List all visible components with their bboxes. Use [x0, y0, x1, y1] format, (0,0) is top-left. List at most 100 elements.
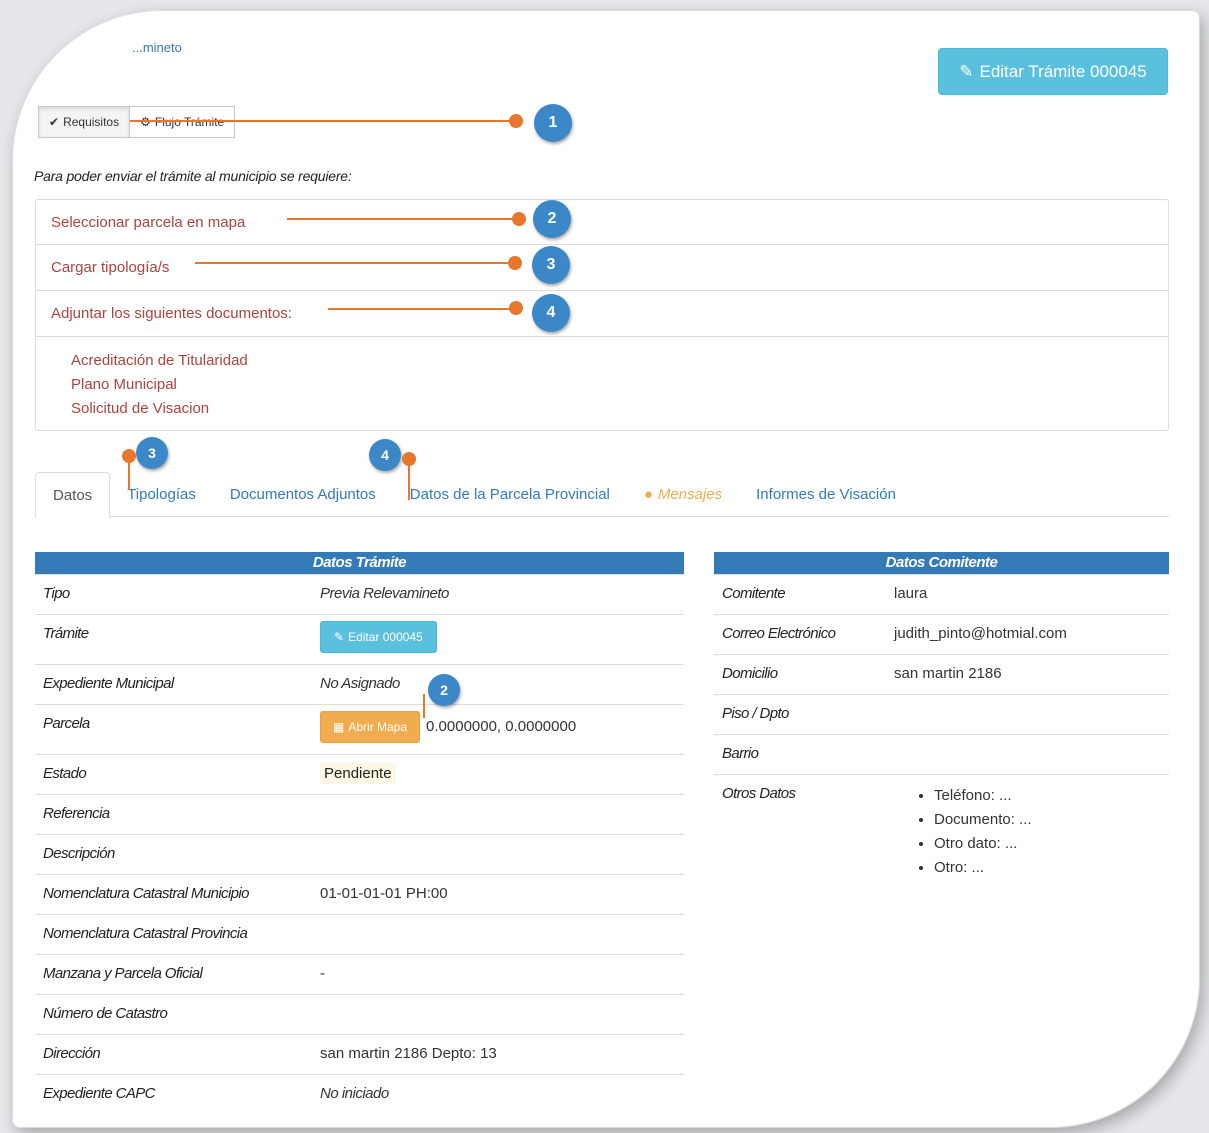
page-card: ...mineto ✎ Editar Trámite 000045 ✔ Requ…: [12, 10, 1200, 1128]
row-label: Manzana y Parcela Oficial: [35, 953, 312, 994]
table-row: Expediente CAPC No iniciado: [35, 1073, 684, 1114]
callout-dot: [509, 114, 523, 128]
tab-parcela-provincial[interactable]: Datos de la Parcela Provincial: [393, 472, 627, 517]
pencil-icon: ✎: [334, 629, 345, 644]
callout-badge-1: 1: [534, 104, 572, 142]
edit-tramite-button[interactable]: ✎ Editar Trámite 000045: [938, 48, 1168, 95]
datos-tramite-table: Datos Trámite Tipo Previa Relevamineto T…: [35, 552, 684, 1114]
abrir-mapa-button[interactable]: ▦ Abrir Mapa: [320, 710, 421, 743]
list-item: Otro: ...: [934, 856, 1161, 880]
correo-value: judith_pinto@hotmial.com: [886, 613, 1169, 654]
callout-badge-4: 4: [532, 294, 570, 332]
requirements-list: Seleccionar parcela en mapa Cargar tipol…: [35, 199, 1169, 431]
flujo-tramite-button[interactable]: ⚙ Flujo Trámite: [130, 106, 236, 138]
requirement-parcela: Seleccionar parcela en mapa: [35, 199, 1169, 245]
callout-line: [128, 456, 130, 490]
callout-badge-2-map: 2: [428, 674, 460, 706]
domicilio-value: san martin 2186: [886, 653, 1169, 694]
table-row: Piso / Dpto: [714, 693, 1169, 734]
row-label: Estado: [35, 753, 312, 794]
row-label: Parcela: [35, 703, 312, 754]
row-label: Dirección: [35, 1033, 312, 1074]
tipo-value: Previa Relevamineto: [312, 573, 684, 614]
callout-badge-4-tab: 4: [369, 439, 401, 471]
descripcion-value: [312, 833, 684, 874]
tab-datos[interactable]: Datos: [35, 472, 111, 518]
tab-mensajes[interactable]: ● Mensajes: [627, 472, 739, 517]
edit-tramite-small-button[interactable]: ✎ Editar 000045: [320, 620, 437, 653]
row-label: Correo Electrónico: [714, 613, 886, 654]
row-label: Descripción: [35, 833, 312, 874]
tab-mensajes-label: Mensajes: [657, 486, 723, 503]
callout-line: [287, 218, 516, 220]
edit-tramite-label: Editar Trámite 000045: [979, 61, 1147, 81]
callout-badge-3-tab: 3: [136, 437, 168, 469]
row-label: Expediente CAPC: [35, 1073, 312, 1114]
tab-bar: Datos Tipologías Documentos Adjuntos Dat…: [35, 472, 1169, 518]
parcela-coordinates: 0.0000000, 0.0000000: [426, 717, 577, 735]
row-label: Trámite: [35, 613, 312, 664]
callout-dot: [512, 212, 526, 226]
table-row: Número de Catastro: [35, 993, 684, 1034]
requisitos-label: Requisitos: [63, 115, 120, 129]
table-row: Correo Electrónico judith_pinto@hotmial.…: [714, 613, 1169, 654]
table-row: Domicilio san martin 2186: [714, 653, 1169, 694]
table-row: Referencia: [35, 793, 684, 834]
referencia-value: [312, 793, 684, 834]
row-label: Domicilio: [714, 653, 886, 694]
row-label: Referencia: [35, 793, 312, 834]
abrir-mapa-label: Abrir Mapa: [348, 719, 408, 734]
capc-value: No iniciado: [312, 1073, 684, 1114]
manzana-value: -: [312, 953, 684, 994]
row-label: Nomenclatura Catastral Municipio: [35, 873, 312, 914]
row-label: Expediente Municipal: [35, 663, 312, 704]
list-item: Otro dato: ...: [934, 832, 1161, 856]
callout-line: [195, 262, 513, 264]
datos-tramite-title: Datos Trámite: [35, 552, 684, 574]
table-row: Tipo Previa Relevamineto: [35, 573, 684, 614]
table-row: Nomenclatura Catastral Municipio 01-01-0…: [35, 873, 684, 914]
document-item: Acreditación de Titularidad: [71, 352, 248, 369]
document-item: Solicitud de Visacion: [71, 400, 210, 417]
table-row: Dirección san martin 2186 Depto: 13: [35, 1033, 684, 1074]
otros-datos-list: Teléfono: ... Documento: ... Otro dato: …: [894, 784, 1161, 880]
tab-tipologias[interactable]: Tipologías: [110, 472, 213, 517]
piso-value: [886, 693, 1169, 734]
check-icon: ✔: [49, 115, 60, 129]
catastro-value: [312, 993, 684, 1034]
list-item: Documento: ...: [934, 808, 1161, 832]
map-icon: ▦: [333, 719, 345, 734]
gears-icon: ⚙: [140, 115, 151, 129]
callout-line: [423, 694, 425, 718]
row-label: Otros Datos: [714, 773, 886, 880]
expediente-value: No Asignado: [312, 663, 684, 704]
callout-badge-3: 3: [532, 246, 570, 284]
table-row: Comitente laura: [714, 573, 1169, 614]
tab-documentos-adjuntos[interactable]: Documentos Adjuntos: [213, 472, 393, 517]
breadcrumb[interactable]: ...mineto: [132, 40, 182, 55]
nomenclatura-municipio-value: 01-01-01-01 PH:00: [312, 873, 684, 914]
direccion-value: san martin 2186 Depto: 13: [312, 1033, 684, 1074]
requisitos-button[interactable]: ✔ Requisitos: [38, 106, 131, 138]
datos-comitente-table: Datos Comitente Comitente laura Correo E…: [714, 552, 1169, 880]
callout-dot: [509, 301, 523, 315]
table-row: Manzana y Parcela Oficial -: [35, 953, 684, 994]
estado-value: Pendiente: [320, 762, 396, 784]
requirement-documentos: Adjuntar los siguientes documentos:: [35, 291, 1169, 337]
document-item: Plano Municipal: [71, 376, 177, 393]
table-row: Barrio: [714, 733, 1169, 774]
table-row: Expediente Municipal No Asignado: [35, 663, 684, 704]
otros-datos-value: Teléfono: ... Documento: ... Otro dato: …: [886, 773, 1169, 880]
required-documents: Acreditación de Titularidad Plano Munici…: [35, 337, 1169, 431]
pencil-icon: ✎: [959, 61, 974, 81]
callout-badge-2: 2: [533, 200, 571, 238]
table-row: Trámite ✎ Editar 000045: [35, 613, 684, 664]
callout-dot: [508, 256, 522, 270]
edit-tramite-small-label: Editar 000045: [348, 629, 423, 644]
requirement-tipologia: Cargar tipología/s: [35, 245, 1169, 291]
row-label: Número de Catastro: [35, 993, 312, 1034]
tab-informes-visacion[interactable]: Informes de Visación: [739, 472, 913, 517]
list-item: Teléfono: ...: [934, 784, 1161, 808]
comitente-value: laura: [886, 573, 1169, 614]
row-label: Nomenclatura Catastral Provincia: [35, 913, 312, 954]
